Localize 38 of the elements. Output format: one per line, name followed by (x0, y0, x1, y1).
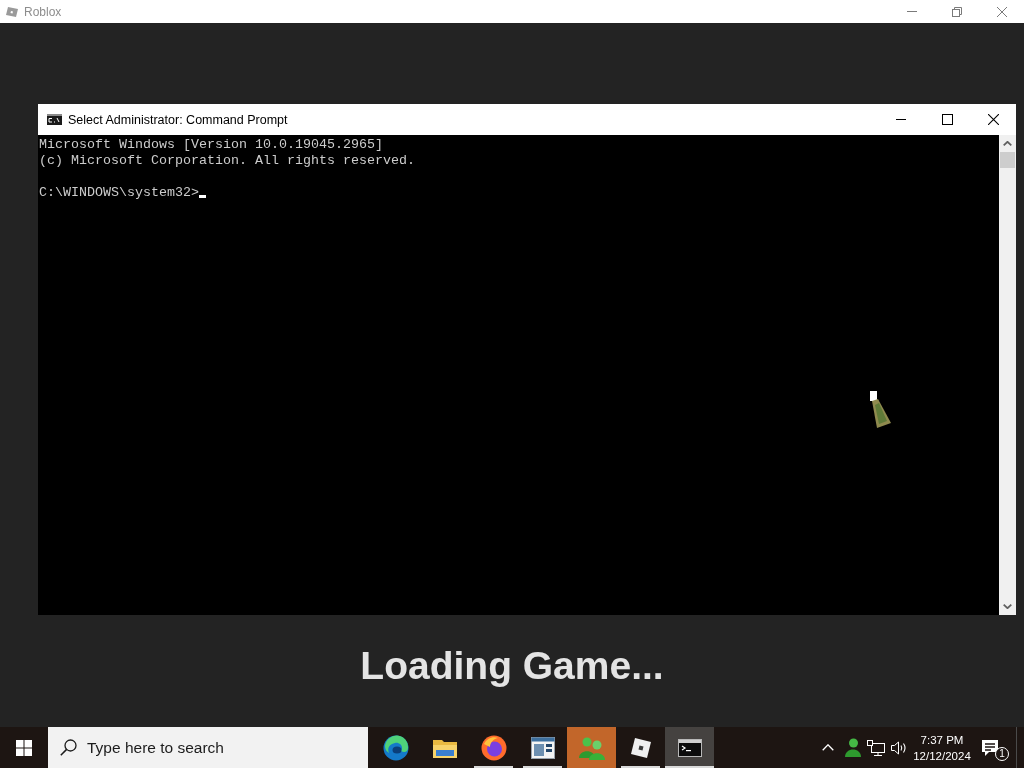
terminal-icon (677, 738, 702, 757)
windows-logo-icon (16, 739, 32, 756)
fox-globe-icon (480, 734, 507, 761)
people-icon (577, 735, 606, 760)
command-prompt: C:\WINDOWS\system32> (39, 185, 199, 200)
chevron-up-icon (1003, 141, 1012, 146)
loading-message: Loading Game... (360, 645, 664, 687)
window-title: Roblox (24, 4, 62, 19)
search-icon (60, 739, 77, 756)
console-icon (47, 114, 62, 125)
taskbar-app-button[interactable] (665, 727, 714, 768)
notification-badge: 1 (995, 747, 1009, 761)
minimize-icon (896, 119, 906, 120)
window-icon (530, 736, 555, 759)
close-icon (987, 114, 999, 125)
window-title: Select Administrator: Command Prompt (68, 112, 288, 127)
text-cursor-icon (198, 195, 206, 198)
chevron-down-icon (1003, 604, 1012, 609)
person-icon (844, 738, 861, 757)
minimize-icon (906, 11, 917, 12)
scrollbar[interactable] (999, 135, 1016, 615)
notification-icon (981, 738, 999, 757)
folder-icon (432, 737, 457, 758)
clock-date[interactable]: 12/12/2024 (913, 747, 971, 764)
notification-button[interactable]: 1 (974, 727, 1012, 768)
console-line: (c) Microsoft Corporation. All rights reserved. (39, 153, 416, 169)
maximize-icon (941, 114, 953, 125)
network-icon (866, 739, 885, 756)
console-line: Microsoft Windows [Version 10.0.19045.2965] (39, 137, 384, 153)
chevron-up-icon (822, 744, 834, 751)
clock-time[interactable]: 7:37 PM (920, 731, 964, 748)
speaker-icon (890, 740, 907, 755)
search-field[interactable]: Type here to search (48, 727, 368, 768)
close-icon (996, 6, 1007, 17)
restore-icon (951, 6, 962, 17)
pointer-icon (869, 391, 893, 429)
scroll-thumb[interactable] (1000, 152, 1015, 168)
swirl-icon (382, 734, 409, 761)
